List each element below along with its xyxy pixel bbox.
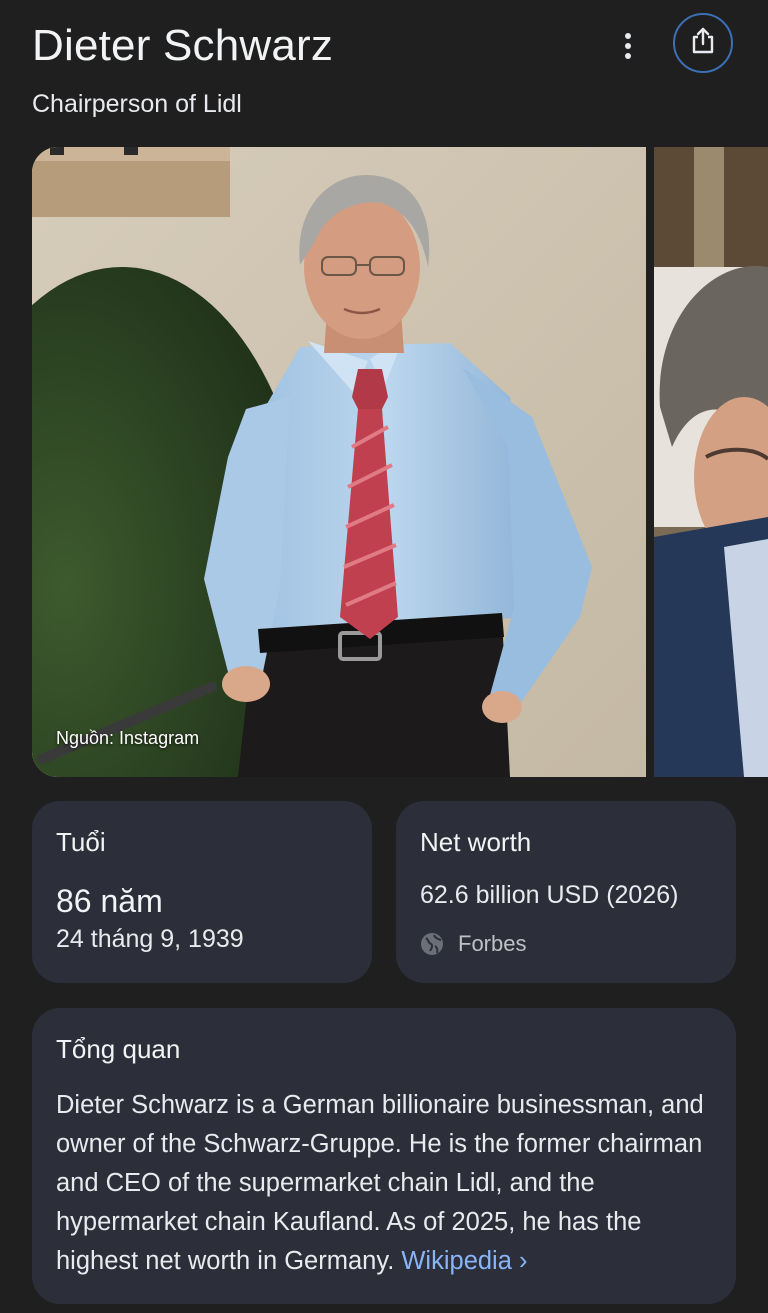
- birth-date: 24 tháng 9, 1939: [56, 925, 244, 953]
- overview-description: Dieter Schwarz is a German billionaire b…: [56, 1086, 716, 1281]
- person-photo-illustration: [32, 147, 646, 777]
- second-photo[interactable]: [654, 147, 768, 777]
- share-button[interactable]: [673, 13, 733, 73]
- globe-icon: [420, 932, 444, 956]
- photo-source-caption: Nguồn: Instagram: [56, 728, 200, 748]
- page-subtitle: Chairperson of Lidl: [32, 90, 242, 118]
- more-vert-icon: [623, 32, 633, 65]
- wikipedia-link-label: Wikipedia: [401, 1247, 512, 1275]
- net-worth-value: 62.6 billion USD (2026): [420, 881, 679, 909]
- age-card[interactable]: Tuổi 86 năm 24 tháng 9, 1939: [32, 801, 372, 983]
- overview-text: Dieter Schwarz is a German billionaire b…: [56, 1091, 704, 1275]
- overview-card: Tổng quan Dieter Schwarz is a German bil…: [32, 1008, 736, 1304]
- chevron-right-icon: ›: [519, 1247, 528, 1275]
- more-options-button[interactable]: [606, 24, 650, 72]
- age-label: Tuổi: [56, 827, 106, 857]
- wikipedia-link[interactable]: Wikipedia ›: [401, 1247, 527, 1275]
- share-icon: [690, 27, 716, 60]
- second-person-photo-illustration: [654, 147, 768, 777]
- net-worth-label: Net worth: [420, 827, 532, 857]
- net-worth-card[interactable]: Net worth 62.6 billion USD (2026) Forbes: [396, 801, 736, 983]
- page-title: Dieter Schwarz: [32, 21, 334, 70]
- main-photo[interactable]: Nguồn: Instagram: [32, 147, 646, 777]
- net-worth-source-label: Forbes: [458, 931, 527, 956]
- age-value: 86 năm: [56, 883, 163, 919]
- overview-label: Tổng quan: [56, 1034, 181, 1064]
- net-worth-source-link[interactable]: Forbes: [420, 931, 526, 957]
